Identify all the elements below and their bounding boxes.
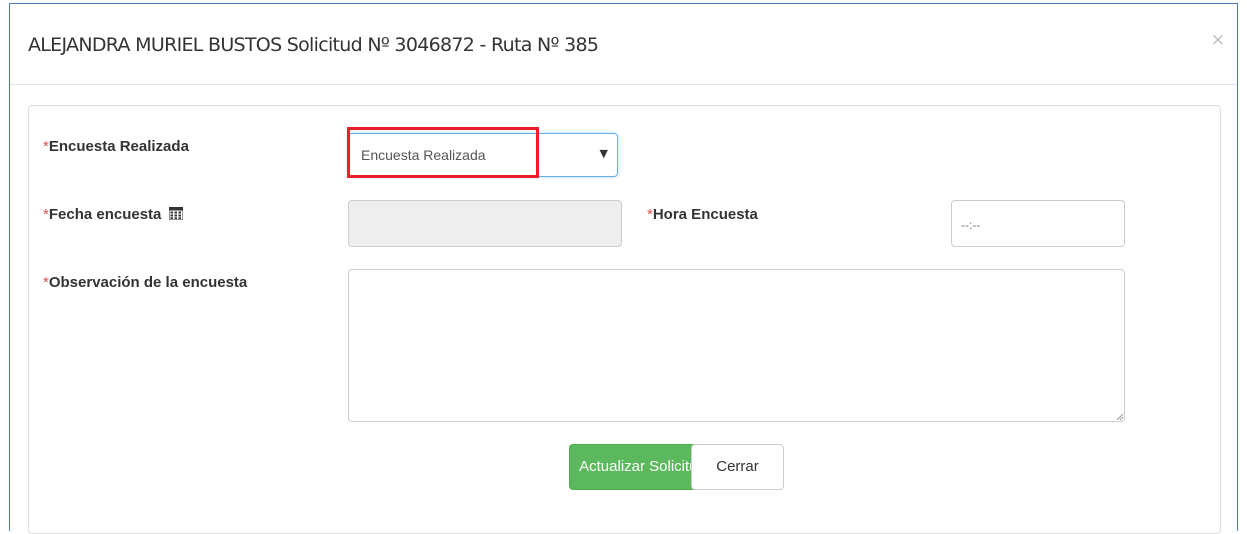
encuesta-realizada-select[interactable]: Encuesta Realizada ▼ xyxy=(348,133,618,177)
chevron-down-icon: ▼ xyxy=(599,147,608,160)
calendar-icon xyxy=(168,207,183,220)
select-value: Encuesta Realizada xyxy=(361,147,486,163)
form-panel: *Encuesta Realizada Encuesta Realizada ▼… xyxy=(28,105,1221,534)
hora-encuesta-label: *Hora Encuesta xyxy=(647,206,758,223)
close-icon[interactable]: × xyxy=(1211,30,1225,50)
observacion-textarea[interactable] xyxy=(348,269,1125,422)
modal-dialog: ALEJANDRA MURIEL BUSTOS Solicitud Nº 304… xyxy=(9,3,1238,534)
cerrar-button[interactable]: Cerrar xyxy=(691,444,784,490)
encuesta-realizada-label: *Encuesta Realizada xyxy=(43,138,189,155)
modal-title: ALEJANDRA MURIEL BUSTOS Solicitud Nº 304… xyxy=(28,34,599,56)
modal-header: ALEJANDRA MURIEL BUSTOS Solicitud Nº 304… xyxy=(10,4,1237,85)
fecha-encuesta-label: *Fecha encuesta xyxy=(43,206,183,223)
hora-encuesta-input[interactable]: --:-- xyxy=(951,200,1125,247)
observacion-label: *Observación de la encuesta xyxy=(43,274,248,291)
resize-handle-icon[interactable] xyxy=(1116,413,1124,421)
time-placeholder: --:-- xyxy=(961,218,981,232)
fecha-encuesta-input[interactable] xyxy=(348,200,622,247)
